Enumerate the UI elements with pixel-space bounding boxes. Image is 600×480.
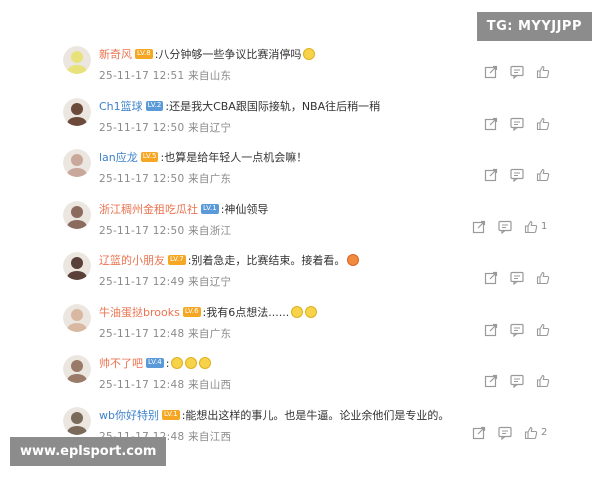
- comment-text: :八分钟够一些争议比赛消停吗: [154, 48, 302, 61]
- comment-text: :别着急走，比赛结束。接着看。: [187, 254, 346, 267]
- repost-icon[interactable]: [484, 168, 498, 182]
- comment-line: 浙江稠州金租吃瓜社 LV.1:神仙领导: [99, 203, 268, 217]
- like-count: 2: [541, 426, 548, 438]
- level-badge: LV.6: [182, 306, 201, 317]
- avatar[interactable]: [63, 200, 91, 229]
- comment-text: :: [165, 357, 170, 370]
- emoji-icon: [305, 305, 318, 318]
- thumbs-up-icon[interactable]: [536, 374, 550, 388]
- like-count: 1: [541, 220, 548, 232]
- username-link[interactable]: Ch1篮球: [99, 100, 143, 113]
- comment-line: 新奇风 LV.8:八分钟够一些争议比赛消停吗: [99, 48, 316, 62]
- thumbs-up-icon[interactable]: [536, 271, 550, 285]
- username-link[interactable]: 辽篮的小朋友: [99, 254, 165, 267]
- emoji-icon: [199, 357, 212, 369]
- username-link[interactable]: 帅不了吧: [99, 357, 143, 370]
- comment-text: :神仙领导: [220, 202, 269, 216]
- level-badge: LV.4: [146, 358, 164, 368]
- comment-meta: 25-11-17 12:50 来自广东: [99, 173, 232, 185]
- repost-icon[interactable]: [484, 117, 498, 131]
- repost-icon[interactable]: [484, 323, 498, 337]
- comment-list: 新奇风 LV.8:八分钟够一些争议比赛消停吗 25-11-17 12:51 来自山东…: [0, 40, 600, 452]
- emoji-icon: [347, 254, 360, 266]
- comment-item: 帅不了吧 LV.4: 25-11-17 12:48 来自山西: [0, 349, 600, 401]
- comment-icon[interactable]: [510, 323, 524, 337]
- avatar[interactable]: [63, 406, 91, 435]
- comment-item: Ch1篮球 LV.2:还是我大CBA跟国际接轨，NBA往后稍一稍 25-11-17 …: [0, 92, 600, 144]
- comment-meta: 25-11-17 12:51 来自山东: [99, 70, 232, 82]
- thumbs-up-icon[interactable]: [536, 323, 550, 337]
- avatar[interactable]: [63, 46, 91, 74]
- comment-line: 牛油蛋挞brooks LV.6:我有6点想法......: [99, 305, 318, 320]
- avatar[interactable]: [63, 149, 91, 177]
- emoji-icon: [185, 357, 198, 369]
- comment-line: wb你好特别 LV.1:能想出这样的事儿。也是牛逼。论业余他们是专业的。: [99, 409, 449, 423]
- comment-meta: 25-11-17 12:50 来自辽宁: [99, 121, 232, 134]
- comment-icon[interactable]: [510, 65, 524, 79]
- level-badge: LV.1: [201, 203, 219, 214]
- avatar[interactable]: [63, 355, 91, 383]
- comment-icon[interactable]: [498, 426, 512, 440]
- comment-line: lan应龙 LV.5:也算是给年轻人一点机会嘛！: [99, 151, 307, 165]
- comment-text: :还是我大CBA跟国际接轨，NBA往后稍一稍: [165, 99, 381, 113]
- username-link[interactable]: wb你好特别: [99, 409, 159, 422]
- avatar[interactable]: [63, 303, 91, 332]
- comment-text: :我有6点想法......: [202, 305, 290, 319]
- comment-line: 帅不了吧 LV.4:: [99, 357, 212, 371]
- comment-meta: 25-11-17 12:48 来自广东: [99, 327, 232, 340]
- emoji-icon: [171, 357, 184, 369]
- level-badge: LV.5: [140, 152, 159, 162]
- level-badge: LV.1: [161, 409, 180, 420]
- comment-icon[interactable]: [510, 117, 524, 131]
- avatar[interactable]: [63, 252, 91, 280]
- comment-icon[interactable]: [510, 374, 524, 388]
- watermark-top-right: TG: MYYJJPP: [476, 12, 592, 41]
- username-link[interactable]: lan应龙: [99, 151, 138, 164]
- thumbs-up-icon[interactable]: [536, 168, 550, 182]
- repost-icon[interactable]: [484, 374, 498, 388]
- watermark-bottom-left: www.eplsport.com: [10, 437, 167, 466]
- comment-icon[interactable]: [510, 271, 524, 285]
- level-badge: LV.7: [168, 255, 186, 265]
- avatar[interactable]: [63, 97, 91, 126]
- comment-line: 辽篮的小朋友 LV.7:别着急走，比赛结束。接着看。: [99, 254, 360, 268]
- comment-item: 新奇风 LV.8:八分钟够一些争议比赛消停吗 25-11-17 12:51 来自山东: [0, 40, 600, 92]
- comment-item: lan应龙 LV.5:也算是给年轻人一点机会嘛！ 25-11-17 12:50 来自…: [0, 143, 600, 195]
- thumbs-up-icon[interactable]: [524, 220, 538, 234]
- comment-meta: 25-11-17 12:48 来自山西: [99, 379, 232, 391]
- thumbs-up-icon[interactable]: [524, 426, 538, 440]
- repost-icon[interactable]: [472, 220, 486, 234]
- comment-icon[interactable]: [510, 168, 524, 182]
- thumbs-up-icon[interactable]: [536, 117, 550, 131]
- comment-meta: 25-11-17 12:49 来自辽宁: [99, 276, 232, 288]
- repost-icon[interactable]: [484, 65, 498, 79]
- comment-meta: 25-11-17 12:50 来自浙江: [99, 224, 232, 237]
- emoji-icon: [291, 305, 304, 318]
- username-link[interactable]: 浙江稠州金租吃瓜社: [99, 203, 198, 216]
- comment-text: :能想出这样的事儿。也是牛逼。论业余他们是专业的。: [181, 408, 450, 422]
- comment-icon[interactable]: [498, 220, 512, 234]
- repost-icon[interactable]: [472, 426, 486, 440]
- level-badge: LV.8: [135, 49, 153, 59]
- comment-item: 辽篮的小朋友 LV.7:别着急走，比赛结束。接着看。 25-11-17 12:49 …: [0, 246, 600, 298]
- thumbs-up-icon[interactable]: [536, 65, 550, 79]
- comment-line: Ch1篮球 LV.2:还是我大CBA跟国际接轨，NBA往后稍一稍: [99, 100, 380, 114]
- comment-item: 浙江稠州金租吃瓜社 LV.1:神仙领导 25-11-17 12:50 来自浙江 1: [0, 195, 600, 247]
- username-link[interactable]: 牛油蛋挞brooks: [99, 306, 180, 319]
- repost-icon[interactable]: [484, 271, 498, 285]
- comment-text: :也算是给年轻人一点机会嘛！: [160, 151, 308, 164]
- username-link[interactable]: 新奇风: [99, 48, 132, 61]
- comment-item: 牛油蛋挞brooks LV.6:我有6点想法...... 25-11-17 12:4…: [0, 298, 600, 350]
- emoji-icon: [303, 48, 316, 60]
- level-badge: LV.2: [145, 100, 164, 111]
